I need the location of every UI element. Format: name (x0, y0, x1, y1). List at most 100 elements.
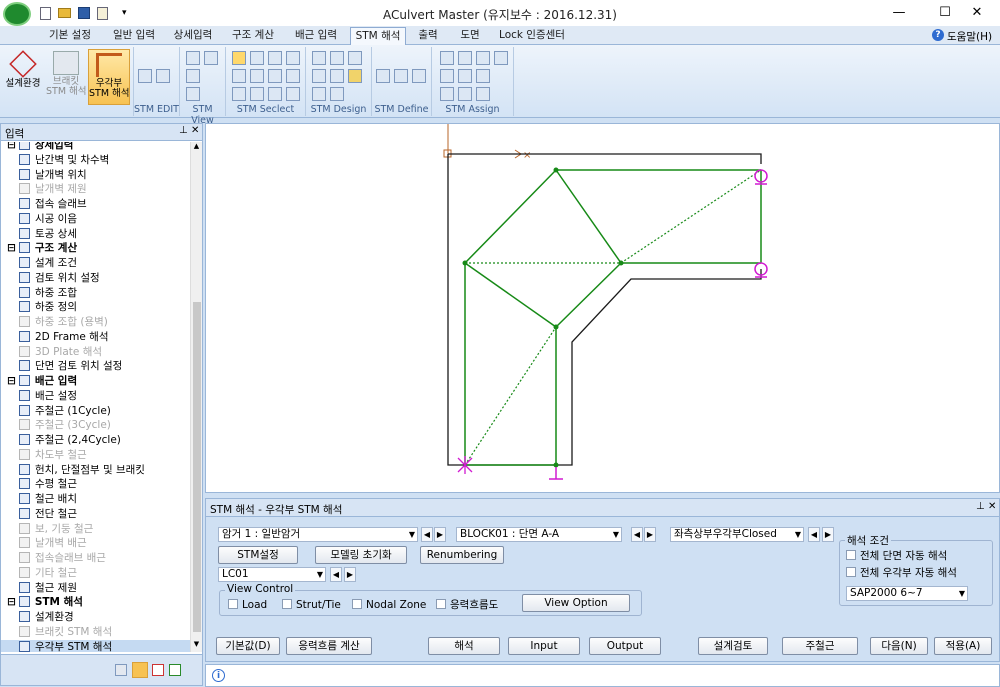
tree-item[interactable]: 2D Frame 해석 (1, 330, 191, 345)
text-view-icon[interactable] (152, 664, 164, 676)
undo-icon[interactable] (138, 69, 152, 83)
mesh-icon[interactable] (330, 69, 344, 83)
panel-close-icon[interactable]: ✕ (191, 125, 199, 136)
apply-button[interactable]: 적용(A) (934, 637, 992, 655)
lc-prev-icon[interactable]: ◀ (330, 567, 342, 582)
select-window-icon[interactable] (232, 69, 246, 83)
define-material-icon[interactable] (394, 69, 408, 83)
solver-combo[interactable]: SAP2000 6~7 ▼ (846, 586, 968, 601)
tree-view-icon[interactable] (115, 664, 127, 676)
bracket-stm-button[interactable]: 브래킷 STM 해석 (46, 51, 87, 101)
collapse-icon[interactable]: ⊟ (7, 242, 16, 254)
tree-item[interactable]: 브래킷 STM 해석 (1, 625, 191, 640)
tab-drawing[interactable]: 도면 (452, 27, 488, 45)
renumber-button[interactable]: Renumbering (420, 546, 504, 564)
tree-item[interactable]: 설계 조건 (1, 256, 191, 271)
tree-item[interactable]: 전단 철근 (1, 507, 191, 522)
select-prev-icon[interactable] (286, 87, 300, 101)
tree-item[interactable]: 시공 이음 (1, 212, 191, 227)
tree-item[interactable]: 우각부 STM 해석 (1, 639, 191, 652)
block-next-icon[interactable]: ▶ (644, 527, 656, 542)
tree-item[interactable]: 하중 조합 (1, 286, 191, 301)
select-all-icon[interactable] (232, 87, 246, 101)
tree-item[interactable]: 배근 설정 (1, 389, 191, 404)
tree-item[interactable]: 토공 상세 (1, 227, 191, 242)
corner-stm-button[interactable]: 우각부 STM 해석 (88, 49, 130, 105)
next-button[interactable]: 다음(N) (870, 637, 928, 655)
tab-lock-center[interactable]: Lock 인증센터 (498, 27, 566, 45)
add-node-icon[interactable] (312, 51, 326, 65)
tree-item[interactable]: 하중 조합 (용벽) (1, 315, 191, 330)
select-cross-icon[interactable] (250, 69, 264, 83)
zoom-in-icon[interactable] (186, 51, 200, 65)
tree-category[interactable]: ⊟ 배근 입력 (1, 374, 191, 389)
block-prev-icon[interactable]: ◀ (631, 527, 643, 542)
stm-pin-icon[interactable]: ⊥ (976, 501, 985, 512)
tree-item[interactable]: 검토 위치 설정 (1, 271, 191, 286)
tree-item[interactable]: 설계환경 (1, 610, 191, 625)
tree-item[interactable]: 철근 배치 (1, 492, 191, 507)
assign-support-icon[interactable] (440, 51, 454, 65)
select-node-icon[interactable] (250, 51, 264, 65)
assign-angle-icon[interactable] (458, 87, 472, 101)
design-check-button[interactable]: 설계검토 (698, 637, 768, 655)
tab-structure-calc[interactable]: 구조 계산 (224, 27, 282, 45)
tree-item[interactable]: 날개벽 배근 (1, 536, 191, 551)
strut-tie-checkbox[interactable]: Strut/Tie (282, 599, 341, 611)
select-tie-icon[interactable] (286, 51, 300, 65)
corner-next-icon[interactable]: ▶ (822, 527, 834, 542)
block-combo[interactable]: BLOCK01 : 단면 A-A ▼ (456, 527, 622, 542)
zoom-window-icon[interactable] (186, 69, 200, 83)
stm-setting-button[interactable]: STM설정 (218, 546, 298, 564)
select-arrow-icon[interactable] (232, 51, 246, 65)
pan-hand-icon[interactable] (204, 51, 218, 65)
tree-item[interactable]: 접속 슬래브 (1, 197, 191, 212)
tree-item[interactable]: 철근 제원 (1, 581, 191, 596)
assign-node-icon[interactable] (494, 51, 508, 65)
tab-output[interactable]: 출력 (410, 27, 446, 45)
close-icon[interactable]: ✕ (954, 0, 1000, 26)
load-next-icon[interactable]: ▶ (434, 527, 446, 542)
assign-width-icon[interactable] (440, 87, 454, 101)
analyze-button[interactable]: 해석 (428, 637, 500, 655)
tab-detail-input[interactable]: 상세입력 (166, 27, 220, 45)
collapse-icon[interactable]: ⊟ (7, 596, 16, 608)
tree-category[interactable]: ⊟ STM 해석 (1, 595, 191, 610)
flow-calc-button[interactable]: 응력흐름 계산 (286, 637, 372, 655)
tab-basic-settings[interactable]: 기본 설정 (40, 27, 100, 45)
tree-item[interactable]: 하중 정의 (1, 300, 191, 315)
load-checkbox[interactable]: Load (228, 599, 267, 611)
zoom-fit-icon[interactable] (186, 87, 200, 101)
draw-strut-icon[interactable] (312, 69, 326, 83)
draw-line-icon[interactable] (330, 51, 344, 65)
main-rebar-button[interactable]: 주철근 (782, 637, 858, 655)
stm-close-icon[interactable]: ✕ (988, 501, 996, 512)
load-prev-icon[interactable]: ◀ (421, 527, 433, 542)
assign-zone-icon[interactable] (458, 69, 472, 83)
select-poly-icon[interactable] (268, 69, 282, 83)
tree-category[interactable]: ⊟ 구조 계산 (1, 241, 191, 256)
lc-next-icon[interactable]: ▶ (344, 567, 356, 582)
design-env-button[interactable]: 설계환경 (4, 50, 42, 97)
minimize-icon[interactable]: — (876, 0, 922, 26)
model-reset-button[interactable]: 모델링 초기화 (315, 546, 407, 564)
select-strut-icon[interactable] (268, 51, 282, 65)
load-combo[interactable]: 암거 1 : 일반암거 ▼ (218, 527, 418, 542)
assign-load-icon[interactable] (440, 69, 454, 83)
tree-item[interactable]: 기타 철근 (1, 566, 191, 581)
tree-item[interactable]: 주철근 (1Cycle) (1, 404, 191, 419)
stress-flow-checkbox[interactable]: 응력흐름도 (436, 599, 498, 611)
auto-section-checkbox[interactable]: 전체 단면 자동 해석 (846, 550, 947, 562)
tree-item[interactable]: 차도부 철근 (1, 448, 191, 463)
assign-flow-icon[interactable] (476, 69, 490, 83)
tree-scrollbar[interactable]: ▲ ▼ (190, 142, 202, 652)
tree-item[interactable]: 3D Plate 해석 (1, 345, 191, 360)
pin-icon[interactable]: ⊥ (179, 125, 188, 136)
tree-item[interactable]: 수평 철근 (1, 477, 191, 492)
help-label[interactable]: 도움말(H) (947, 29, 992, 44)
input-button[interactable]: Input (508, 637, 580, 655)
help-icon[interactable]: ? (932, 29, 944, 41)
split-icon[interactable] (330, 87, 344, 101)
tree-item[interactable]: 보, 기둥 철근 (1, 522, 191, 537)
lc-combo[interactable]: LC01 ▼ (218, 567, 326, 582)
